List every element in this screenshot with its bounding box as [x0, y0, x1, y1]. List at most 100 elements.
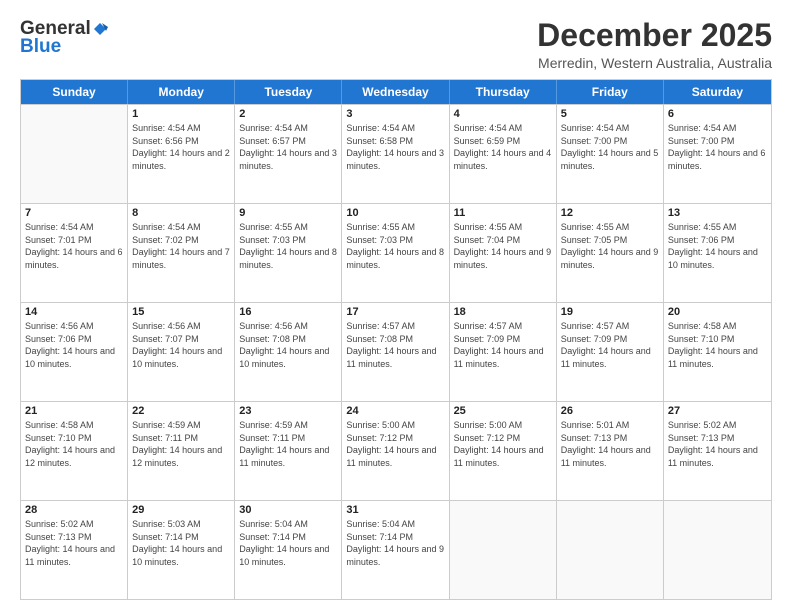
calendar-body: 1 Sunrise: 4:54 AM Sunset: 6:56 PM Daylig…: [21, 104, 771, 599]
week-row-5: 28 Sunrise: 5:02 AM Sunset: 7:13 PM Dayli…: [21, 500, 771, 599]
day-number: 17: [346, 306, 444, 318]
day-cell-5: 5 Sunrise: 4:54 AM Sunset: 7:00 PM Daylig…: [557, 105, 664, 203]
day-number: 6: [668, 108, 767, 120]
cell-info: Sunrise: 5:01 AM Sunset: 7:13 PM Dayligh…: [561, 419, 659, 469]
day-cell-14: 14 Sunrise: 4:56 AM Sunset: 7:06 PM Dayli…: [21, 303, 128, 401]
day-number: 28: [25, 504, 123, 516]
day-number: 9: [239, 207, 337, 219]
day-cell-19: 19 Sunrise: 4:57 AM Sunset: 7:09 PM Dayli…: [557, 303, 664, 401]
cell-info: Sunrise: 4:58 AM Sunset: 7:10 PM Dayligh…: [25, 419, 123, 469]
day-cell-1: 1 Sunrise: 4:54 AM Sunset: 6:56 PM Daylig…: [128, 105, 235, 203]
cell-info: Sunrise: 4:54 AM Sunset: 7:01 PM Dayligh…: [25, 221, 123, 271]
cell-info: Sunrise: 5:00 AM Sunset: 7:12 PM Dayligh…: [454, 419, 552, 469]
day-number: 4: [454, 108, 552, 120]
header-day-wednesday: Wednesday: [342, 80, 449, 104]
cell-info: Sunrise: 4:56 AM Sunset: 7:07 PM Dayligh…: [132, 320, 230, 370]
day-cell-11: 11 Sunrise: 4:55 AM Sunset: 7:04 PM Dayli…: [450, 204, 557, 302]
day-number: 2: [239, 108, 337, 120]
title-area: December 2025 Merredin, Western Australi…: [537, 18, 772, 71]
cell-info: Sunrise: 4:54 AM Sunset: 6:58 PM Dayligh…: [346, 122, 444, 172]
logo-icon: [92, 21, 108, 37]
cell-info: Sunrise: 4:58 AM Sunset: 7:10 PM Dayligh…: [668, 320, 767, 370]
week-row-1: 1 Sunrise: 4:54 AM Sunset: 6:56 PM Daylig…: [21, 104, 771, 203]
logo: General Blue: [20, 18, 109, 58]
cell-info: Sunrise: 4:57 AM Sunset: 7:08 PM Dayligh…: [346, 320, 444, 370]
week-row-4: 21 Sunrise: 4:58 AM Sunset: 7:10 PM Dayli…: [21, 401, 771, 500]
day-number: 30: [239, 504, 337, 516]
day-number: 23: [239, 405, 337, 417]
cell-info: Sunrise: 4:59 AM Sunset: 7:11 PM Dayligh…: [239, 419, 337, 469]
calendar-header: SundayMondayTuesdayWednesdayThursdayFrid…: [21, 80, 771, 104]
location: Merredin, Western Australia, Australia: [537, 55, 772, 71]
day-cell-23: 23 Sunrise: 4:59 AM Sunset: 7:11 PM Dayli…: [235, 402, 342, 500]
day-number: 3: [346, 108, 444, 120]
empty-cell: [450, 501, 557, 599]
month-title: December 2025: [537, 18, 772, 53]
header-day-tuesday: Tuesday: [235, 80, 342, 104]
day-cell-17: 17 Sunrise: 4:57 AM Sunset: 7:08 PM Dayli…: [342, 303, 449, 401]
day-number: 15: [132, 306, 230, 318]
day-cell-30: 30 Sunrise: 5:04 AM Sunset: 7:14 PM Dayli…: [235, 501, 342, 599]
day-number: 22: [132, 405, 230, 417]
header-day-sunday: Sunday: [21, 80, 128, 104]
day-cell-10: 10 Sunrise: 4:55 AM Sunset: 7:03 PM Dayli…: [342, 204, 449, 302]
header-day-thursday: Thursday: [450, 80, 557, 104]
cell-info: Sunrise: 4:55 AM Sunset: 7:03 PM Dayligh…: [239, 221, 337, 271]
logo-blue: Blue: [20, 36, 61, 58]
day-cell-13: 13Sunrise: 4:55 AM Sunset: 7:06 PM Dayli…: [664, 204, 771, 302]
day-number: 10: [346, 207, 444, 219]
header-day-saturday: Saturday: [664, 80, 771, 104]
cell-info: Sunrise: 5:04 AM Sunset: 7:14 PM Dayligh…: [346, 518, 444, 568]
empty-cell: [557, 501, 664, 599]
day-cell-31: 31 Sunrise: 5:04 AM Sunset: 7:14 PM Dayli…: [342, 501, 449, 599]
cell-info: Sunrise: 4:57 AM Sunset: 7:09 PM Dayligh…: [561, 320, 659, 370]
day-cell-12: 12Sunrise: 4:55 AM Sunset: 7:05 PM Dayli…: [557, 204, 664, 302]
header-day-friday: Friday: [557, 80, 664, 104]
day-cell-27: 27Sunrise: 5:02 AM Sunset: 7:13 PM Dayli…: [664, 402, 771, 500]
day-number: 21: [25, 405, 123, 417]
day-cell-8: 8Sunrise: 4:54 AM Sunset: 7:02 PM Daylig…: [128, 204, 235, 302]
day-cell-18: 18 Sunrise: 4:57 AM Sunset: 7:09 PM Dayli…: [450, 303, 557, 401]
day-number: 27: [668, 405, 767, 417]
week-row-2: 7Sunrise: 4:54 AM Sunset: 7:01 PM Daylig…: [21, 203, 771, 302]
day-number: 1: [132, 108, 230, 120]
day-number: 19: [561, 306, 659, 318]
page: General Blue December 2025 Merredin, Wes…: [0, 0, 792, 612]
day-number: 31: [346, 504, 444, 516]
cell-info: Sunrise: 5:04 AM Sunset: 7:14 PM Dayligh…: [239, 518, 337, 568]
day-number: 29: [132, 504, 230, 516]
day-number: 5: [561, 108, 659, 120]
cell-info: Sunrise: 4:56 AM Sunset: 7:08 PM Dayligh…: [239, 320, 337, 370]
day-number: 14: [25, 306, 123, 318]
day-cell-20: 20Sunrise: 4:58 AM Sunset: 7:10 PM Dayli…: [664, 303, 771, 401]
day-cell-4: 4 Sunrise: 4:54 AM Sunset: 6:59 PM Daylig…: [450, 105, 557, 203]
day-number: 13: [668, 207, 767, 219]
cell-info: Sunrise: 5:02 AM Sunset: 7:13 PM Dayligh…: [25, 518, 123, 568]
cell-info: Sunrise: 4:54 AM Sunset: 6:56 PM Dayligh…: [132, 122, 230, 172]
day-cell-2: 2 Sunrise: 4:54 AM Sunset: 6:57 PM Daylig…: [235, 105, 342, 203]
day-cell-16: 16 Sunrise: 4:56 AM Sunset: 7:08 PM Dayli…: [235, 303, 342, 401]
cell-info: Sunrise: 4:55 AM Sunset: 7:04 PM Dayligh…: [454, 221, 552, 271]
day-number: 24: [346, 405, 444, 417]
day-number: 18: [454, 306, 552, 318]
calendar: SundayMondayTuesdayWednesdayThursdayFrid…: [20, 79, 772, 600]
empty-cell: [664, 501, 771, 599]
day-number: 26: [561, 405, 659, 417]
header-day-monday: Monday: [128, 80, 235, 104]
cell-info: Sunrise: 4:54 AM Sunset: 7:00 PM Dayligh…: [561, 122, 659, 172]
day-number: 25: [454, 405, 552, 417]
cell-info: Sunrise: 4:57 AM Sunset: 7:09 PM Dayligh…: [454, 320, 552, 370]
day-number: 11: [454, 207, 552, 219]
cell-info: Sunrise: 5:00 AM Sunset: 7:12 PM Dayligh…: [346, 419, 444, 469]
day-cell-15: 15 Sunrise: 4:56 AM Sunset: 7:07 PM Dayli…: [128, 303, 235, 401]
day-cell-22: 22Sunrise: 4:59 AM Sunset: 7:11 PM Dayli…: [128, 402, 235, 500]
day-number: 8: [132, 207, 230, 219]
cell-info: Sunrise: 4:54 AM Sunset: 6:57 PM Dayligh…: [239, 122, 337, 172]
day-number: 16: [239, 306, 337, 318]
cell-info: Sunrise: 4:55 AM Sunset: 7:03 PM Dayligh…: [346, 221, 444, 271]
day-cell-6: 6Sunrise: 4:54 AM Sunset: 7:00 PM Daylig…: [664, 105, 771, 203]
cell-info: Sunrise: 4:54 AM Sunset: 6:59 PM Dayligh…: [454, 122, 552, 172]
day-cell-9: 9 Sunrise: 4:55 AM Sunset: 7:03 PM Daylig…: [235, 204, 342, 302]
cell-info: Sunrise: 5:03 AM Sunset: 7:14 PM Dayligh…: [132, 518, 230, 568]
cell-info: Sunrise: 4:56 AM Sunset: 7:06 PM Dayligh…: [25, 320, 123, 370]
